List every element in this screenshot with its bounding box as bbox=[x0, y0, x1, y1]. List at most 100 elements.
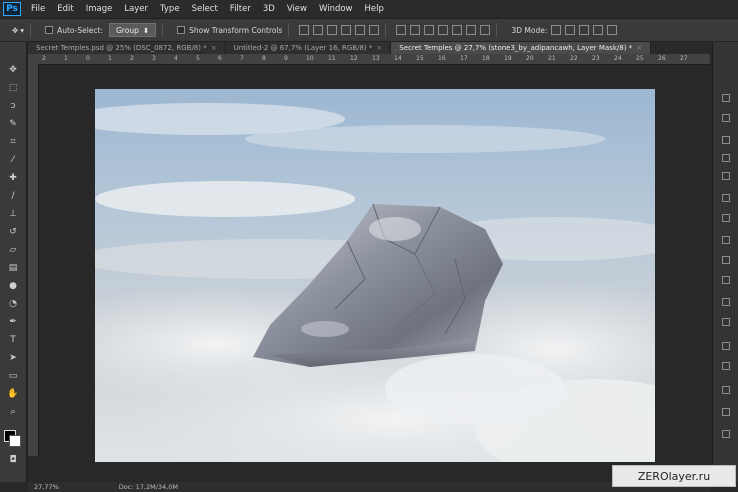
menu-view[interactable]: View bbox=[281, 4, 313, 14]
panel-brush-icon[interactable] bbox=[722, 298, 730, 306]
panel-layers-icon[interactable] bbox=[722, 154, 730, 162]
dodge-icon[interactable]: ◔ bbox=[7, 298, 19, 310]
show-transform-checkbox[interactable]: Show Transform Controls bbox=[177, 26, 282, 35]
ruler-vertical bbox=[28, 64, 39, 456]
tools-panel: ✥ ⬚ ↄ ✎ ⌗ ⁄ ✚ ∕ ⊥ ↺ ▱ ▤ ● ◔ ✒ T ➤ ▭ ✋ ⌕ … bbox=[0, 42, 27, 482]
menu-type[interactable]: Type bbox=[154, 4, 186, 14]
3d-roll-icon[interactable] bbox=[565, 25, 576, 35]
checkbox-box[interactable] bbox=[45, 26, 54, 34]
panel-clone-source-icon[interactable] bbox=[722, 318, 730, 326]
status-bar: 27,77% Doc: 17,2M/34,0M bbox=[28, 482, 710, 492]
distribute-right-icon[interactable] bbox=[466, 25, 477, 35]
distribute-vcenter-icon[interactable] bbox=[410, 25, 421, 35]
type-icon[interactable]: T bbox=[7, 334, 19, 346]
checkbox-box[interactable] bbox=[177, 26, 186, 34]
tool-preset-chevron-icon[interactable]: ▾ bbox=[20, 26, 24, 35]
panel-properties-icon[interactable] bbox=[722, 114, 730, 122]
distribute-top-icon[interactable] bbox=[396, 25, 407, 35]
ruler-tick: 13 bbox=[372, 55, 380, 62]
rectangle-icon[interactable]: ▭ bbox=[7, 370, 19, 382]
menu-help[interactable]: Help bbox=[359, 4, 390, 14]
3d-mode-label: 3D Mode: bbox=[511, 25, 548, 35]
crop-icon[interactable]: ⌗ bbox=[7, 136, 19, 148]
3d-drag-icon[interactable] bbox=[579, 25, 590, 35]
background-color-swatch[interactable] bbox=[9, 435, 21, 447]
menu-edit[interactable]: Edit bbox=[51, 4, 79, 14]
eyedropper-icon[interactable]: ⁄ bbox=[7, 154, 19, 166]
panel-styles-icon[interactable] bbox=[722, 236, 730, 244]
eraser-icon[interactable]: ▱ bbox=[7, 244, 19, 256]
panel-channels-icon[interactable] bbox=[722, 172, 730, 180]
close-icon[interactable]: × bbox=[376, 44, 382, 52]
panel-actions-icon[interactable] bbox=[722, 386, 730, 394]
ruler-tick: 10 bbox=[306, 55, 314, 62]
3d-scale-icon[interactable] bbox=[607, 25, 618, 35]
ruler-tick: 27 bbox=[680, 55, 688, 62]
menu-select[interactable]: Select bbox=[186, 4, 224, 14]
zoom-level[interactable]: 27,77% bbox=[34, 483, 59, 491]
hand-icon[interactable]: ✋ bbox=[7, 388, 19, 400]
menu-layer[interactable]: Layer bbox=[118, 4, 154, 14]
ruler-tick: 12 bbox=[350, 55, 358, 62]
gradient-icon[interactable]: ▤ bbox=[7, 262, 19, 274]
panel-paragraph-icon[interactable] bbox=[722, 276, 730, 284]
menu-bar: Ps File Edit Image Layer Type Select Fil… bbox=[0, 0, 738, 19]
move-tool-icon[interactable]: ✥ bbox=[12, 26, 18, 35]
panel-history-icon[interactable] bbox=[722, 94, 730, 102]
path-select-icon[interactable]: ➤ bbox=[7, 352, 19, 364]
tab-secret-temples-active[interactable]: Secret Temples @ 27,7% (stone3_by_adipan… bbox=[391, 42, 652, 54]
menu-filter[interactable]: Filter bbox=[224, 4, 257, 14]
menu-file[interactable]: File bbox=[25, 4, 51, 14]
tab-untitled-2[interactable]: Untitled-2 @ 67,7% (Layer 16, RGB/8) * × bbox=[225, 42, 392, 54]
document-canvas[interactable] bbox=[95, 89, 655, 462]
marquee-icon[interactable]: ⬚ bbox=[7, 82, 19, 94]
quick-select-icon[interactable]: ✎ bbox=[7, 118, 19, 130]
panel-timeline-icon[interactable] bbox=[722, 408, 730, 416]
cloud bbox=[245, 125, 605, 153]
align-bottom-icon[interactable] bbox=[327, 25, 338, 35]
align-top-icon[interactable] bbox=[299, 25, 310, 35]
auto-align-icon[interactable] bbox=[480, 25, 491, 35]
panel-navigator-icon[interactable] bbox=[722, 362, 730, 370]
ruler-tick: 5 bbox=[196, 55, 200, 62]
3d-rotate-icon[interactable] bbox=[551, 25, 562, 35]
photoshop-logo: Ps bbox=[3, 2, 21, 16]
panel-swatches-icon[interactable] bbox=[722, 214, 730, 222]
panel-info-icon[interactable] bbox=[722, 342, 730, 350]
3d-slide-icon[interactable] bbox=[593, 25, 604, 35]
panel-adjustments-icon[interactable] bbox=[722, 136, 730, 144]
pen-icon[interactable]: ✒ bbox=[7, 316, 19, 328]
separator bbox=[385, 23, 387, 37]
separator bbox=[162, 23, 164, 37]
align-vcenter-icon[interactable] bbox=[313, 25, 324, 35]
distribute-left-icon[interactable] bbox=[438, 25, 449, 35]
auto-select-dropdown[interactable]: Group ⬍ bbox=[109, 23, 157, 37]
distribute-hcenter-icon[interactable] bbox=[452, 25, 463, 35]
ruler-tick: 4 bbox=[174, 55, 178, 62]
healing-icon[interactable]: ✚ bbox=[7, 172, 19, 184]
menu-image[interactable]: Image bbox=[80, 4, 119, 14]
close-icon[interactable]: × bbox=[211, 44, 217, 52]
panel-character-icon[interactable] bbox=[722, 256, 730, 264]
history-brush-icon[interactable]: ↺ bbox=[7, 226, 19, 238]
zoom-icon[interactable]: ⌕ bbox=[7, 406, 19, 418]
auto-select-checkbox[interactable]: Auto-Select: bbox=[45, 26, 103, 35]
tab-secret-temples-psd[interactable]: Secret Temples.psd @ 25% (DSC_0872, RGB/… bbox=[28, 42, 226, 54]
quick-mask-icon[interactable]: ◘ bbox=[7, 454, 19, 466]
menu-3d[interactable]: 3D bbox=[257, 4, 281, 14]
menu-window[interactable]: Window bbox=[313, 4, 359, 14]
ruler-tick: 1 bbox=[108, 55, 112, 62]
align-right-icon[interactable] bbox=[369, 25, 380, 35]
blur-icon[interactable]: ● bbox=[7, 280, 19, 292]
align-hcenter-icon[interactable] bbox=[355, 25, 366, 35]
distribute-bottom-icon[interactable] bbox=[424, 25, 435, 35]
move-icon[interactable]: ✥ bbox=[7, 64, 19, 76]
separator bbox=[288, 23, 290, 37]
align-left-icon[interactable] bbox=[341, 25, 352, 35]
panel-paths-icon[interactable] bbox=[722, 194, 730, 202]
brush-icon[interactable]: ∕ bbox=[7, 190, 19, 202]
stamp-icon[interactable]: ⊥ bbox=[7, 208, 19, 220]
lasso-icon[interactable]: ↄ bbox=[7, 100, 19, 112]
close-icon[interactable]: × bbox=[636, 44, 642, 52]
panel-notes-icon[interactable] bbox=[722, 430, 730, 438]
